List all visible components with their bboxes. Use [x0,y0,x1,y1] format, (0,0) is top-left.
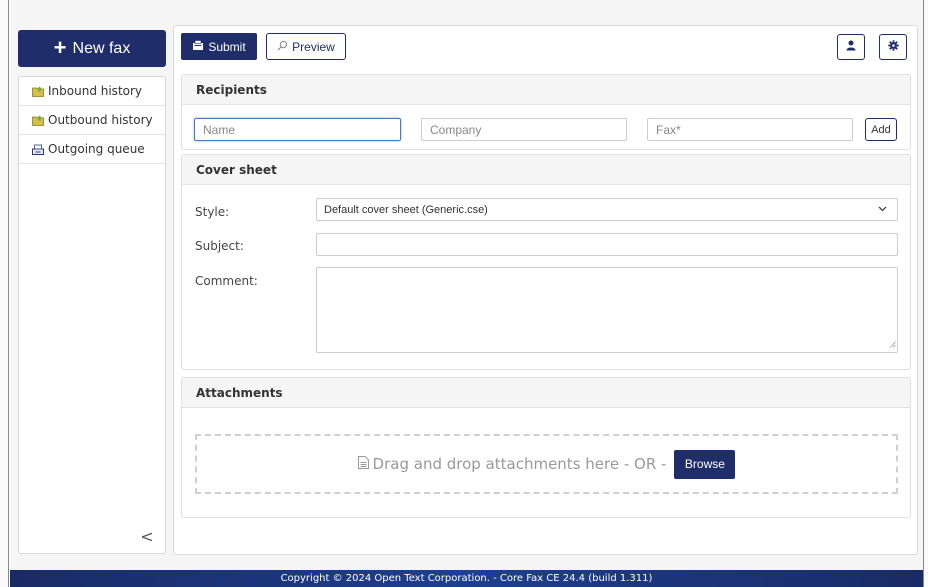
comment-textarea[interactable] [316,267,898,353]
attachments-section: Attachments Drag and drop attachments he… [181,377,911,518]
cover-sheet-title: Cover sheet [182,155,910,185]
sidebar-item-inbound-history[interactable]: Inbound history [19,77,165,106]
footer-copyright: Copyright © 2024 Open Text Corporation. … [10,570,923,587]
app-window: + New fax Inbound history Outbound histo… [0,0,928,587]
chevron-left-icon: < [140,527,154,546]
submit-button[interactable]: Submit [181,33,257,60]
user-button[interactable] [837,34,865,60]
settings-button[interactable] [879,34,907,60]
plus-icon: + [53,34,67,60]
recipients-title: Recipients [182,75,910,105]
sidebar-item-outbound-history[interactable]: Outbound history [19,106,165,135]
comment-label: Comment: [195,274,258,288]
user-icon [846,40,856,54]
collapse-sidebar-button[interactable]: < [137,527,157,547]
folder-inbound-icon [32,86,44,97]
window-frame-right [923,0,928,587]
folder-outbound-icon [32,115,44,126]
recipient-name-input[interactable] [194,118,401,141]
recipients-section: Recipients Add [181,74,911,150]
sidebar-item-label: Outgoing queue [48,142,145,156]
new-fax-button[interactable]: + New fax [18,30,166,67]
resize-grip-icon[interactable] [889,337,896,351]
submit-label: Submit [208,39,246,54]
drop-instructions: Drag and drop attachments here - OR - [372,455,667,473]
magnifier-icon [277,40,288,54]
document-icon [357,455,369,473]
add-recipient-button[interactable]: Add [865,118,897,141]
outbox-tray-icon [32,144,44,155]
sidebar-item-label: Inbound history [48,84,143,98]
sidebar: Inbound history Outbound history Outgoin… [18,76,166,554]
recipient-company-input[interactable] [421,118,627,141]
attachments-title: Attachments [182,378,910,408]
subject-input[interactable] [316,233,898,256]
style-label: Style: [195,205,230,219]
chevron-down-icon [878,204,887,216]
sidebar-item-label: Outbound history [48,113,153,127]
browse-button[interactable]: Browse [674,449,736,479]
attachment-dropzone[interactable]: Drag and drop attachments here - OR - Br… [195,434,898,494]
sidebar-item-outgoing-queue[interactable]: Outgoing queue [19,135,165,164]
fax-submit-icon [192,39,204,54]
style-select[interactable]: Default cover sheet (Generic.cse) [316,198,898,221]
preview-label: Preview [292,39,335,54]
recipient-fax-input[interactable] [647,118,853,141]
gear-icon [887,40,899,54]
cover-sheet-section: Cover sheet Style: Default cover sheet (… [181,154,911,370]
new-fax-label: New fax [72,39,131,57]
style-select-value: Default cover sheet (Generic.cse) [324,203,488,216]
window-frame-left [0,0,9,587]
main-panel: Submit Preview Recipients Name Company F… [173,25,918,555]
subject-label: Subject: [195,239,244,253]
preview-button[interactable]: Preview [266,33,346,60]
